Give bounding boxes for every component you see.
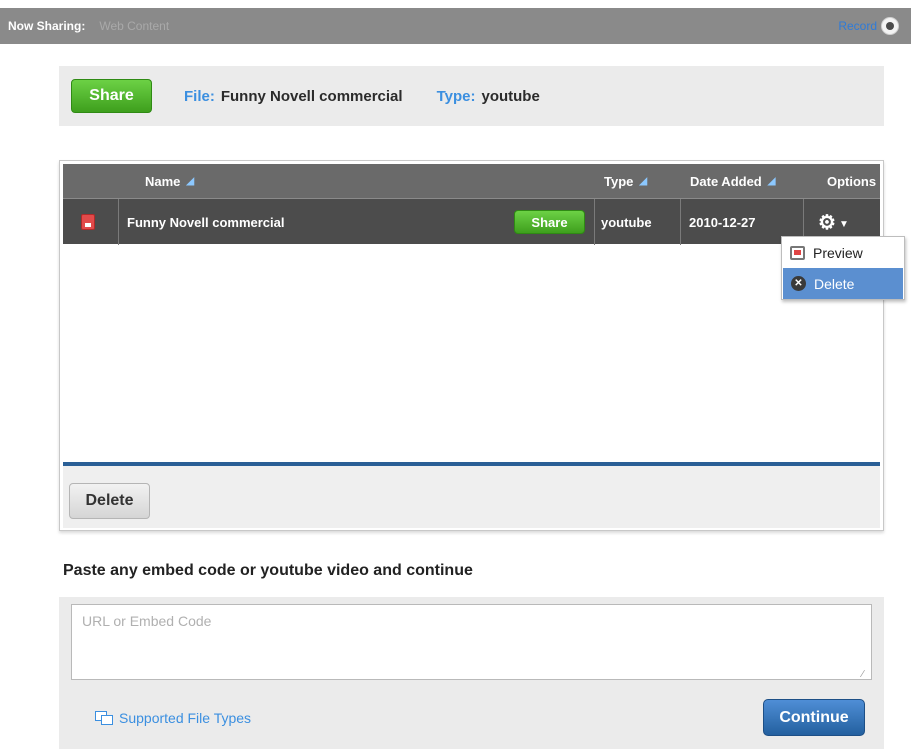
row-name: Funny Novell commercial: [127, 214, 285, 230]
share-button[interactable]: Share: [71, 79, 152, 113]
row-type: youtube: [601, 214, 652, 230]
row-share-button[interactable]: Share: [514, 210, 585, 234]
column-header-type[interactable]: Type ◢: [604, 164, 647, 198]
menu-item-preview[interactable]: Preview: [782, 237, 904, 268]
content-table: Name ◢ Type ◢ Date Added ◢ Options Funny No…: [59, 160, 884, 531]
table-header: Name ◢ Type ◢ Date Added ◢ Options: [63, 164, 880, 198]
type-value: youtube: [481, 87, 540, 105]
embed-code-input[interactable]: [71, 604, 872, 680]
column-header-name[interactable]: Name ◢: [145, 164, 194, 198]
gear-icon: ⚙: [818, 211, 836, 234]
file-value: Funny Novell commercial: [220, 87, 403, 105]
record-link[interactable]: Record: [838, 19, 877, 33]
file-types-icon: [95, 711, 115, 725]
preview-icon: [790, 245, 805, 260]
embed-panel: ∕ Supported File Types Continue: [59, 597, 884, 749]
delete-icon: ✕: [791, 276, 806, 291]
menu-item-delete[interactable]: ✕ Delete: [783, 268, 903, 299]
supported-file-types-link[interactable]: Supported File Types: [95, 710, 251, 726]
continue-button[interactable]: Continue: [763, 699, 865, 736]
embed-title: Paste any embed code or youtube video an…: [63, 562, 473, 579]
now-sharing-value: Web Content: [99, 19, 170, 33]
resize-grip-icon[interactable]: ∕: [862, 670, 870, 680]
chevron-down-icon: ▼: [838, 218, 849, 230]
column-header-date-added[interactable]: Date Added ◢: [690, 164, 775, 198]
table-footer: Delete: [63, 466, 880, 528]
delete-button[interactable]: Delete: [69, 483, 150, 519]
row-date-added: 2010-12-27: [689, 214, 756, 230]
now-sharing-label: Now Sharing:: [8, 19, 86, 33]
options-menu: Preview ✕ Delete: [781, 236, 905, 300]
youtube-file-icon: [81, 214, 95, 230]
sort-icon: ◢: [639, 175, 648, 187]
table-row[interactable]: Funny Novell commercial Share youtube 20…: [63, 198, 880, 245]
record-icon[interactable]: [881, 17, 899, 35]
type-label: Type:: [436, 87, 476, 105]
sort-icon: ◢: [767, 175, 776, 187]
sort-icon: ◢: [186, 175, 195, 187]
current-share-panel: Share File: Funny Novell commercial Type…: [59, 66, 884, 126]
top-bar: Now Sharing: Web Content Record: [0, 8, 911, 44]
column-header-options: Options: [827, 173, 877, 189]
file-label: File:: [184, 87, 215, 105]
